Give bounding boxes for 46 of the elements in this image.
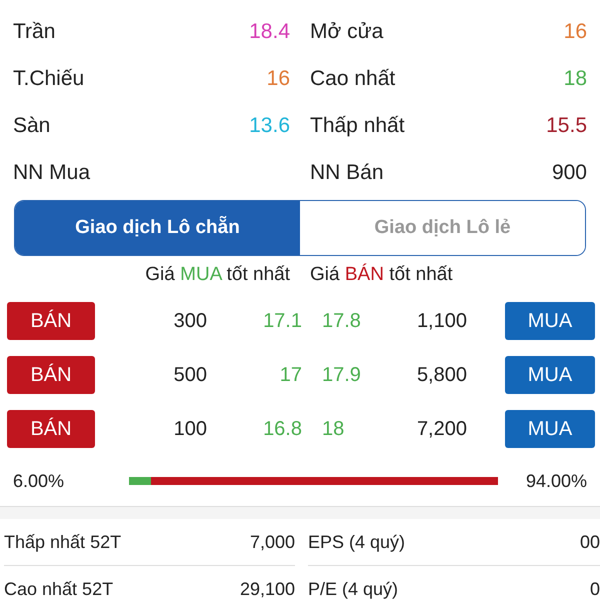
- bid-price: 16.8: [262, 418, 302, 440]
- metric-label: Thấp nhất 52T: [4, 532, 122, 552]
- bid-volume: 500: [172, 364, 207, 386]
- metric-value: 7,000: [250, 532, 295, 552]
- bid-price: 17: [278, 364, 302, 386]
- ask-price: 17.9: [322, 364, 362, 386]
- sell-ratio: 94.00%: [526, 470, 587, 492]
- sell-button[interactable]: BÁN: [7, 356, 95, 394]
- buy-button[interactable]: MUA: [505, 356, 595, 394]
- metric-label: EPS (4 quý): [308, 532, 406, 552]
- bid-price: 17.1: [262, 310, 302, 332]
- metric-label: Cao nhất 52T: [4, 578, 114, 600]
- ask-volume: 7,200: [416, 418, 467, 440]
- stat-label: Thấp nhất: [310, 114, 405, 138]
- metric-value: 29,100: [240, 578, 295, 600]
- stat-label: NN Bán: [310, 160, 384, 184]
- ask-volume: 5,800: [416, 364, 467, 386]
- bid-volume: 100: [172, 418, 207, 440]
- stat-value: 18: [564, 66, 587, 90]
- bid-volume: 300: [172, 310, 207, 332]
- tab[interactable]: Giao dịch Lô chẵn: [15, 201, 300, 255]
- ask-price: 17.8: [322, 310, 362, 332]
- stat-label: T.Chiếu: [13, 66, 84, 90]
- stat-label: NN Mua: [13, 160, 90, 184]
- stat-value: 15.5: [546, 114, 587, 138]
- stat-value: 13.6: [249, 114, 290, 138]
- sell-button[interactable]: BÁN: [7, 410, 95, 448]
- stat-value: 16: [266, 66, 290, 90]
- metric-value: 00: [580, 532, 600, 552]
- stat-label: Cao nhất: [310, 66, 396, 90]
- column-header: Giá MUA tốt nhất: [144, 264, 290, 286]
- stat-value: 16: [564, 20, 587, 44]
- ask-volume: 1,100: [416, 310, 467, 332]
- metric-value: 0: [590, 578, 600, 600]
- buy-button[interactable]: MUA: [505, 302, 595, 340]
- sell-button[interactable]: BÁN: [7, 302, 95, 340]
- stat-value: 900: [552, 160, 587, 184]
- stat-value: 18.4: [249, 20, 290, 44]
- column-header: Giá BÁN tốt nhất: [309, 264, 454, 286]
- stat-label: Trần: [13, 20, 56, 44]
- ask-price: 18: [322, 418, 346, 440]
- stat-label: Sàn: [13, 114, 50, 138]
- metric-label: P/E (4 quý): [308, 578, 398, 600]
- buy-button[interactable]: MUA: [505, 410, 595, 448]
- buy-ratio: 6.00%: [13, 470, 64, 492]
- stat-label: Mở cửa: [310, 20, 384, 44]
